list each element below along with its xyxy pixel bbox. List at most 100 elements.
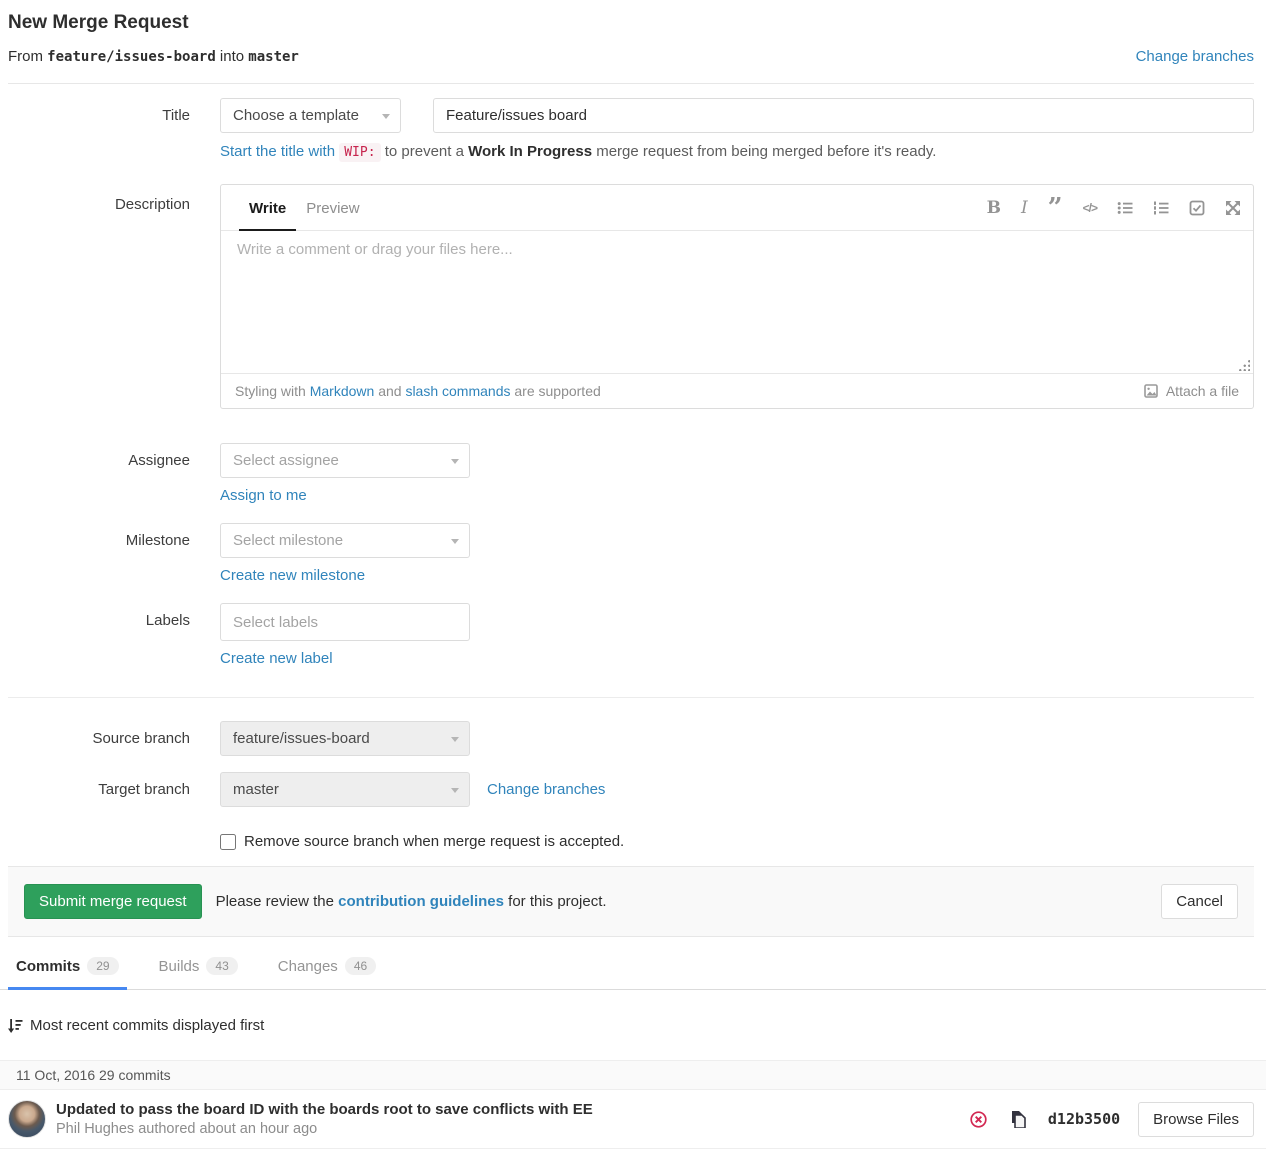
markdown-editor: Write Preview B I ” </>: [220, 184, 1254, 409]
task-list-icon[interactable]: [1189, 196, 1205, 220]
styling-with-label: Styling with: [235, 383, 306, 399]
markdown-editor-header: Write Preview B I ” </>: [221, 185, 1253, 231]
avatar: [8, 1100, 46, 1138]
hint-mid: to prevent a: [385, 143, 464, 160]
review-suffix: for this project.: [508, 893, 606, 910]
numbered-list-icon[interactable]: [1153, 196, 1169, 220]
copy-sha-icon[interactable]: [1011, 1111, 1026, 1128]
italic-icon[interactable]: I: [1021, 196, 1028, 220]
source-branch-dropdown-value: feature/issues-board: [233, 730, 370, 747]
sort-note: Most recent commits displayed first: [0, 990, 1266, 1034]
source-branch-row: Source branch feature/issues-board: [8, 721, 1254, 756]
submit-merge-request-button[interactable]: Submit merge request: [24, 884, 202, 919]
slash-commands-link[interactable]: slash commands: [405, 383, 510, 399]
remove-source-branch-checkbox[interactable]: [220, 834, 236, 850]
source-branch-name: feature/issues-board: [47, 49, 216, 65]
ci-status-failed-icon[interactable]: [970, 1111, 987, 1128]
chevron-down-icon: [451, 788, 459, 793]
tab-commits-count: 29: [87, 957, 118, 975]
markdown-editor-footer: Styling with Markdown and slash commands…: [221, 373, 1253, 408]
markdown-link[interactable]: Markdown: [310, 383, 375, 399]
from-label: From: [8, 48, 43, 65]
remove-source-branch-label: Remove source branch when merge request …: [244, 833, 624, 850]
and-label: and: [378, 383, 401, 399]
remove-source-branch-row: Remove source branch when merge request …: [220, 833, 1254, 850]
tab-changes-count: 46: [345, 957, 376, 975]
target-branch-dropdown-value: master: [233, 781, 279, 798]
tab-preview[interactable]: Preview: [296, 186, 369, 231]
tab-changes-label: Changes: [278, 958, 338, 975]
tab-commits[interactable]: Commits 29: [8, 943, 127, 990]
wip-hint-link[interactable]: Start the title with: [220, 143, 335, 160]
browse-files-button[interactable]: Browse Files: [1138, 1102, 1254, 1137]
milestone-dropdown[interactable]: Select milestone: [220, 523, 470, 558]
bold-icon[interactable]: B: [987, 196, 1001, 220]
into-label: into: [220, 48, 244, 65]
change-branches-link[interactable]: Change branches: [1136, 48, 1254, 65]
source-branch-label: Source branch: [8, 721, 190, 756]
wip-code: WIP:: [339, 143, 380, 162]
chevron-down-icon: [451, 459, 459, 464]
markdown-editor-body: [221, 231, 1253, 373]
hint-bold: Work In Progress: [468, 143, 592, 160]
assignee-label: Assignee: [8, 443, 190, 478]
cancel-button[interactable]: Cancel: [1161, 884, 1238, 919]
assignee-dropdown-value: Select assignee: [233, 452, 339, 469]
template-dropdown[interactable]: Choose a template: [220, 98, 401, 133]
tab-builds[interactable]: Builds 43: [151, 943, 246, 990]
bullet-list-icon[interactable]: [1117, 196, 1133, 220]
tab-commits-label: Commits: [16, 958, 80, 975]
supported-label: are supported: [514, 383, 600, 399]
assignee-row: Assignee Select assignee Assign to me: [8, 443, 1254, 504]
assign-to-me-link[interactable]: Assign to me: [220, 487, 307, 504]
source-branch-dropdown: feature/issues-board: [220, 721, 470, 756]
labels-label: Labels: [8, 603, 190, 638]
description-row: Description Write Preview B I ” </>: [8, 184, 1254, 409]
commit-day-header: 11 Oct, 2016 29 commits: [0, 1060, 1266, 1090]
target-branch-dropdown[interactable]: master: [220, 772, 470, 807]
milestone-row: Milestone Select milestone Create new mi…: [8, 523, 1254, 584]
review-note: Please review the contribution guideline…: [216, 893, 607, 910]
chevron-down-icon: [451, 539, 459, 544]
wip-hint: Start the title with WIP: to prevent a W…: [220, 143, 1254, 160]
fullscreen-icon[interactable]: [1225, 196, 1241, 220]
title-label: Title: [8, 98, 190, 133]
tab-write[interactable]: Write: [239, 186, 296, 231]
commit-title-link[interactable]: Updated to pass the board ID with the bo…: [56, 1101, 593, 1118]
title-input[interactable]: [433, 98, 1254, 133]
page-title: New Merge Request: [8, 12, 1254, 34]
quote-icon[interactable]: ”: [1048, 201, 1063, 215]
page-header: New Merge Request From feature/issues-bo…: [8, 0, 1254, 84]
tab-builds-label: Builds: [159, 958, 200, 975]
description-textarea[interactable]: [221, 231, 1253, 373]
tab-changes[interactable]: Changes 46: [270, 943, 384, 990]
template-dropdown-value: Choose a template: [233, 107, 359, 124]
assignee-dropdown[interactable]: Select assignee: [220, 443, 470, 478]
chevron-down-icon: [451, 737, 459, 742]
labels-input[interactable]: [220, 603, 470, 641]
section-divider: [8, 697, 1254, 698]
create-new-label-link[interactable]: Create new label: [220, 650, 333, 667]
milestone-label: Milestone: [8, 523, 190, 558]
title-row: Title Choose a template Start the title …: [8, 98, 1254, 160]
form-actions: Submit merge request Please review the c…: [8, 866, 1254, 937]
description-label: Description: [8, 184, 190, 213]
commit-author-line: Phil Hughes authored about an hour ago: [56, 1121, 593, 1137]
code-icon[interactable]: </>: [1083, 196, 1097, 220]
new-merge-request-page: New Merge Request From feature/issues-bo…: [0, 0, 1266, 937]
target-branch-label: Target branch: [8, 772, 190, 807]
commit-sha[interactable]: d12b3500: [1048, 1110, 1120, 1128]
create-new-milestone-link[interactable]: Create new milestone: [220, 567, 365, 584]
attach-file-button[interactable]: Attach a file: [1144, 383, 1239, 399]
image-icon: [1144, 384, 1160, 399]
contribution-guidelines-link[interactable]: contribution guidelines: [338, 893, 504, 910]
target-branch-row: Target branch master Change branches Rem…: [8, 772, 1254, 850]
target-branch-name: master: [248, 49, 299, 65]
tab-builds-count: 43: [206, 957, 237, 975]
change-branches-link-bottom[interactable]: Change branches: [487, 781, 605, 798]
hint-end: merge request from being merged before i…: [596, 143, 936, 160]
milestone-dropdown-value: Select milestone: [233, 532, 343, 549]
chevron-down-icon: [382, 114, 390, 119]
sort-descending-icon: [8, 1018, 23, 1034]
attach-file-label: Attach a file: [1166, 383, 1239, 399]
